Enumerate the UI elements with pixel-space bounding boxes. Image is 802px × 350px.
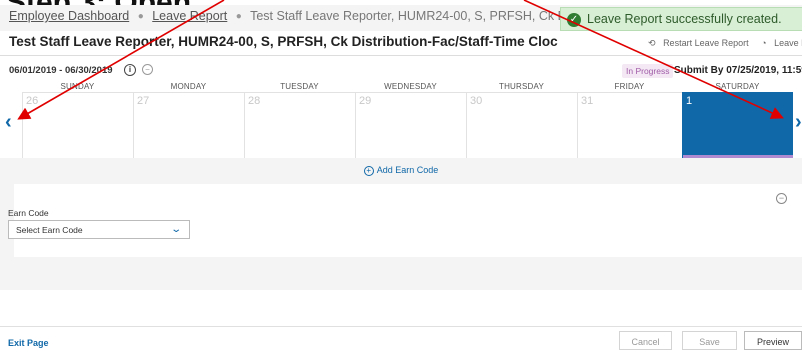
calendar-day-cell[interactable]: 27	[133, 92, 244, 158]
save-button[interactable]: Save	[682, 331, 737, 350]
add-earn-code-label: Add Earn Code	[376, 165, 439, 175]
earn-code-label: Earn Code	[8, 208, 49, 218]
header-actions: ⟲ Restart Leave Report ◔ Leave Balances	[648, 38, 802, 49]
header-divider	[0, 55, 802, 56]
earn-code-section: + Add Earn Code − Earn Code Select Earn C…	[0, 158, 802, 290]
day-header-wednesday: WEDNESDAY	[384, 82, 437, 91]
exit-page-link[interactable]: Exit Page	[8, 338, 49, 348]
breadcrumb-employee-dashboard[interactable]: Employee Dashboard	[9, 9, 129, 23]
day-number: 31	[581, 95, 594, 107]
leave-balances-link[interactable]: ◔ Leave Balances	[761, 38, 802, 48]
day-header-friday: FRIDAY	[614, 82, 645, 91]
plus-icon: +	[363, 166, 374, 176]
calendar-day-cell[interactable]: 28	[244, 92, 355, 158]
breadcrumb-separator: ●	[235, 11, 242, 22]
page-title: Test Staff Leave Reporter, HUMR24-00, S,…	[9, 34, 558, 49]
chevron-down-icon: ⌄	[169, 224, 182, 235]
preview-button[interactable]: Preview	[744, 331, 802, 350]
day-header-sunday: SUNDAY	[60, 82, 95, 91]
status-badge: In Progress	[622, 64, 674, 78]
restart-icon: ⟲	[648, 38, 656, 48]
restart-label: Restart Leave Report	[663, 38, 749, 48]
collapse-icon[interactable]: −	[142, 64, 153, 75]
success-toast: ✓ Leave Report successfully created.	[560, 7, 802, 31]
calendar-day-cell[interactable]: 29	[355, 92, 466, 158]
day-number: 1	[686, 95, 693, 107]
previous-week-button[interactable]: ‹	[5, 111, 12, 134]
earn-code-select[interactable]: Select Earn Code ⌄	[8, 220, 190, 239]
submit-by-deadline: Submit By 07/25/2019, 11:59 PM	[674, 65, 802, 76]
balances-icon: ◔	[761, 38, 767, 48]
footer-divider	[0, 326, 802, 327]
day-header-thursday: THURSDAY	[498, 82, 544, 91]
day-number: 30	[470, 95, 483, 107]
cancel-button[interactable]: Cancel	[619, 331, 672, 350]
day-number: 28	[248, 95, 261, 107]
restart-leave-report-link[interactable]: ⟲ Restart Leave Report	[648, 38, 754, 48]
remove-icon[interactable]: −	[776, 193, 787, 204]
day-number: 29	[359, 95, 372, 107]
calendar-week: SUNDAY MONDAY TUESDAY WEDNESDAY THURSDAY…	[22, 82, 802, 158]
info-icon[interactable]: i	[124, 64, 136, 76]
day-header-monday: MONDAY	[170, 82, 207, 91]
period-bar: 06/01/2019 - 06/30/2019 i − In Progress …	[0, 60, 802, 82]
day-header-saturday: SATURDAY	[715, 82, 760, 91]
breadcrumb-leave-report[interactable]: Leave Report	[152, 9, 227, 23]
calendar-day-cell[interactable]: 30	[466, 92, 577, 158]
breadcrumb-separator: ●	[137, 11, 144, 22]
earn-code-select-value: Select Earn Code	[16, 225, 83, 235]
add-earn-code-button[interactable]: + Add Earn Code	[0, 165, 802, 176]
calendar-day-cell[interactable]: 31	[577, 92, 682, 158]
day-number: 27	[137, 95, 150, 107]
balances-label: Leave Balances	[774, 38, 802, 48]
calendar-day-cell-selected[interactable]: 1	[682, 92, 793, 158]
day-number: 26	[26, 95, 39, 107]
next-week-button[interactable]: ›	[795, 111, 802, 134]
page-header: Test Staff Leave Reporter, HUMR24-00, S,…	[0, 31, 802, 55]
calendar-day-cell[interactable]: 26	[22, 92, 133, 158]
check-icon: ✓	[567, 13, 581, 27]
period-range: 06/01/2019 - 06/30/2019	[9, 65, 113, 76]
toast-message: Leave Report successfully created.	[587, 12, 782, 26]
day-header-tuesday: TUESDAY	[280, 82, 319, 91]
